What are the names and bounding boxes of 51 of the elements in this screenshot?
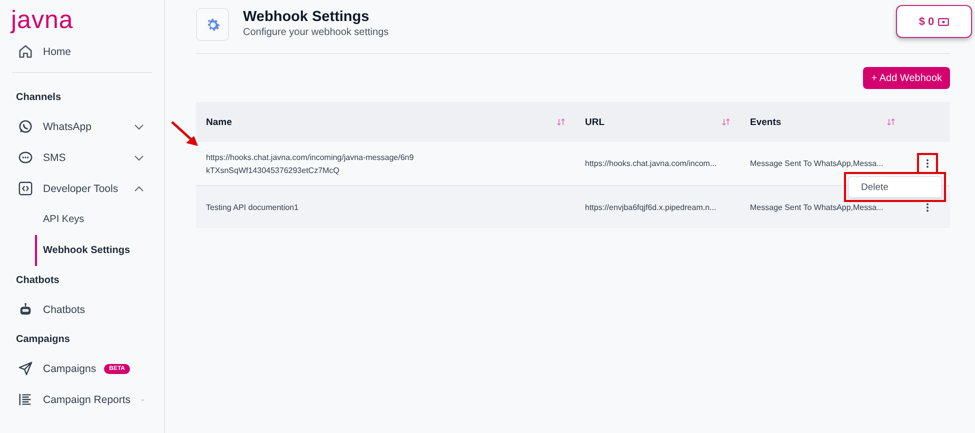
wallet-icon bbox=[938, 18, 950, 26]
cell-text: Message Sent To WhatsApp,Messa... bbox=[750, 202, 884, 214]
nav-label: Campaign Reports bbox=[43, 394, 131, 406]
sort-icon[interactable] bbox=[722, 118, 730, 126]
nav-icon bbox=[18, 302, 33, 317]
nav-icon bbox=[18, 361, 33, 376]
chevron-up-icon bbox=[134, 186, 144, 192]
nav-icon bbox=[18, 119, 33, 134]
add-webhook-button[interactable]: + Add Webhook bbox=[863, 67, 950, 89]
cell-text: Message Sent To WhatsApp,Messa... bbox=[750, 158, 884, 170]
nav-label: Developer Tools bbox=[43, 182, 118, 194]
kebab-icon bbox=[926, 159, 929, 168]
kebab-icon bbox=[926, 202, 929, 212]
section-heading: Channels bbox=[15, 90, 62, 104]
column-header: Name bbox=[206, 116, 233, 128]
page-title: Webhook Settings bbox=[243, 9, 370, 25]
cell-text: https://hooks.chat.javna.com/incoming/javna-message/6n9kTXsnSqWf143045376293etCz7McQ bbox=[206, 152, 415, 176]
logo[interactable]: javna bbox=[0, 0, 74, 36]
nav-label: Campaigns bbox=[43, 362, 96, 374]
column-header: URL bbox=[585, 116, 606, 128]
nav-item[interactable]: Chatbots bbox=[0, 294, 164, 325]
chevron-down-icon bbox=[134, 154, 144, 160]
annotation-arrow bbox=[170, 120, 200, 148]
nav-icon bbox=[18, 392, 33, 407]
column-header: Events bbox=[750, 116, 782, 128]
menu-item[interactable]: Delete bbox=[848, 176, 942, 198]
nav-item[interactable]: SMS bbox=[0, 142, 164, 173]
section-heading: Chatbots bbox=[15, 274, 60, 288]
nav-icon bbox=[18, 44, 33, 59]
chevron-down-icon bbox=[134, 124, 144, 130]
nav-icon bbox=[18, 150, 33, 165]
nav-item[interactable]: Developer Tools bbox=[0, 173, 164, 204]
nav-icon bbox=[18, 181, 33, 196]
sort-icon[interactable] bbox=[887, 118, 895, 126]
nav-label: Home bbox=[43, 46, 72, 58]
balance-button[interactable]: $ 0 bbox=[896, 5, 972, 38]
sort-icon[interactable] bbox=[557, 118, 565, 126]
sub-nav-item[interactable]: Webhook Settings bbox=[35, 235, 164, 266]
section-heading: Campaigns bbox=[15, 332, 71, 346]
sub-nav-item[interactable]: API Keys bbox=[35, 204, 164, 235]
cell-text: https://hooks.chat.javna.com/incom... bbox=[585, 158, 717, 170]
nav-label: Chatbots bbox=[43, 304, 86, 316]
more-options-button[interactable] bbox=[919, 155, 936, 172]
nav-label: SMS bbox=[43, 152, 66, 164]
cell-text: Testing API documention1 bbox=[206, 202, 300, 214]
page-subtitle: Configure your webhook settings bbox=[243, 27, 389, 38]
nav-item[interactable]: Home bbox=[0, 36, 164, 67]
cell-text: https://envjba6fqjf6d.x.pipedream.n... bbox=[585, 202, 716, 214]
nav-item[interactable]: Campaign Reports bbox=[0, 384, 164, 415]
nav-label: WhatsApp bbox=[43, 120, 92, 132]
nav-item[interactable]: WhatsApp bbox=[0, 111, 164, 142]
